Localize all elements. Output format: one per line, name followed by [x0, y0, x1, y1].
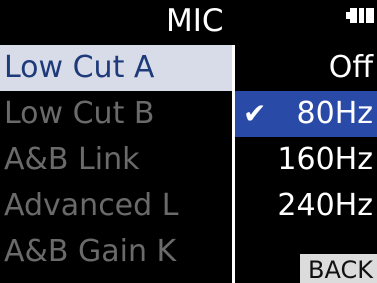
screen-title: MIC: [166, 3, 224, 39]
option-80hz[interactable]: ✔ 80Hz: [235, 91, 377, 137]
option-off[interactable]: Off: [235, 45, 377, 91]
menu-item-low-cut-b[interactable]: Low Cut B: [0, 91, 232, 137]
menu-item-ab-gain-knob[interactable]: A&B Gain K: [0, 229, 232, 275]
option-240hz[interactable]: 240Hz: [235, 183, 377, 229]
menu-item-low-cut-a[interactable]: Low Cut A: [0, 45, 232, 91]
menu-item-ab-link[interactable]: A&B Link: [0, 137, 232, 183]
option-label: Off: [328, 50, 373, 85]
header-bar: MIC: [0, 0, 377, 42]
option-label: 80Hz: [296, 96, 373, 131]
back-button[interactable]: BACK: [300, 254, 377, 283]
option-label: 160Hz: [277, 142, 373, 177]
battery-icon: [346, 8, 374, 23]
menu-item-advanced-limiter[interactable]: Advanced L: [0, 183, 232, 229]
option-label: 240Hz: [277, 188, 373, 223]
option-160hz[interactable]: 160Hz: [235, 137, 377, 183]
checkmark-icon: ✔: [243, 97, 267, 130]
